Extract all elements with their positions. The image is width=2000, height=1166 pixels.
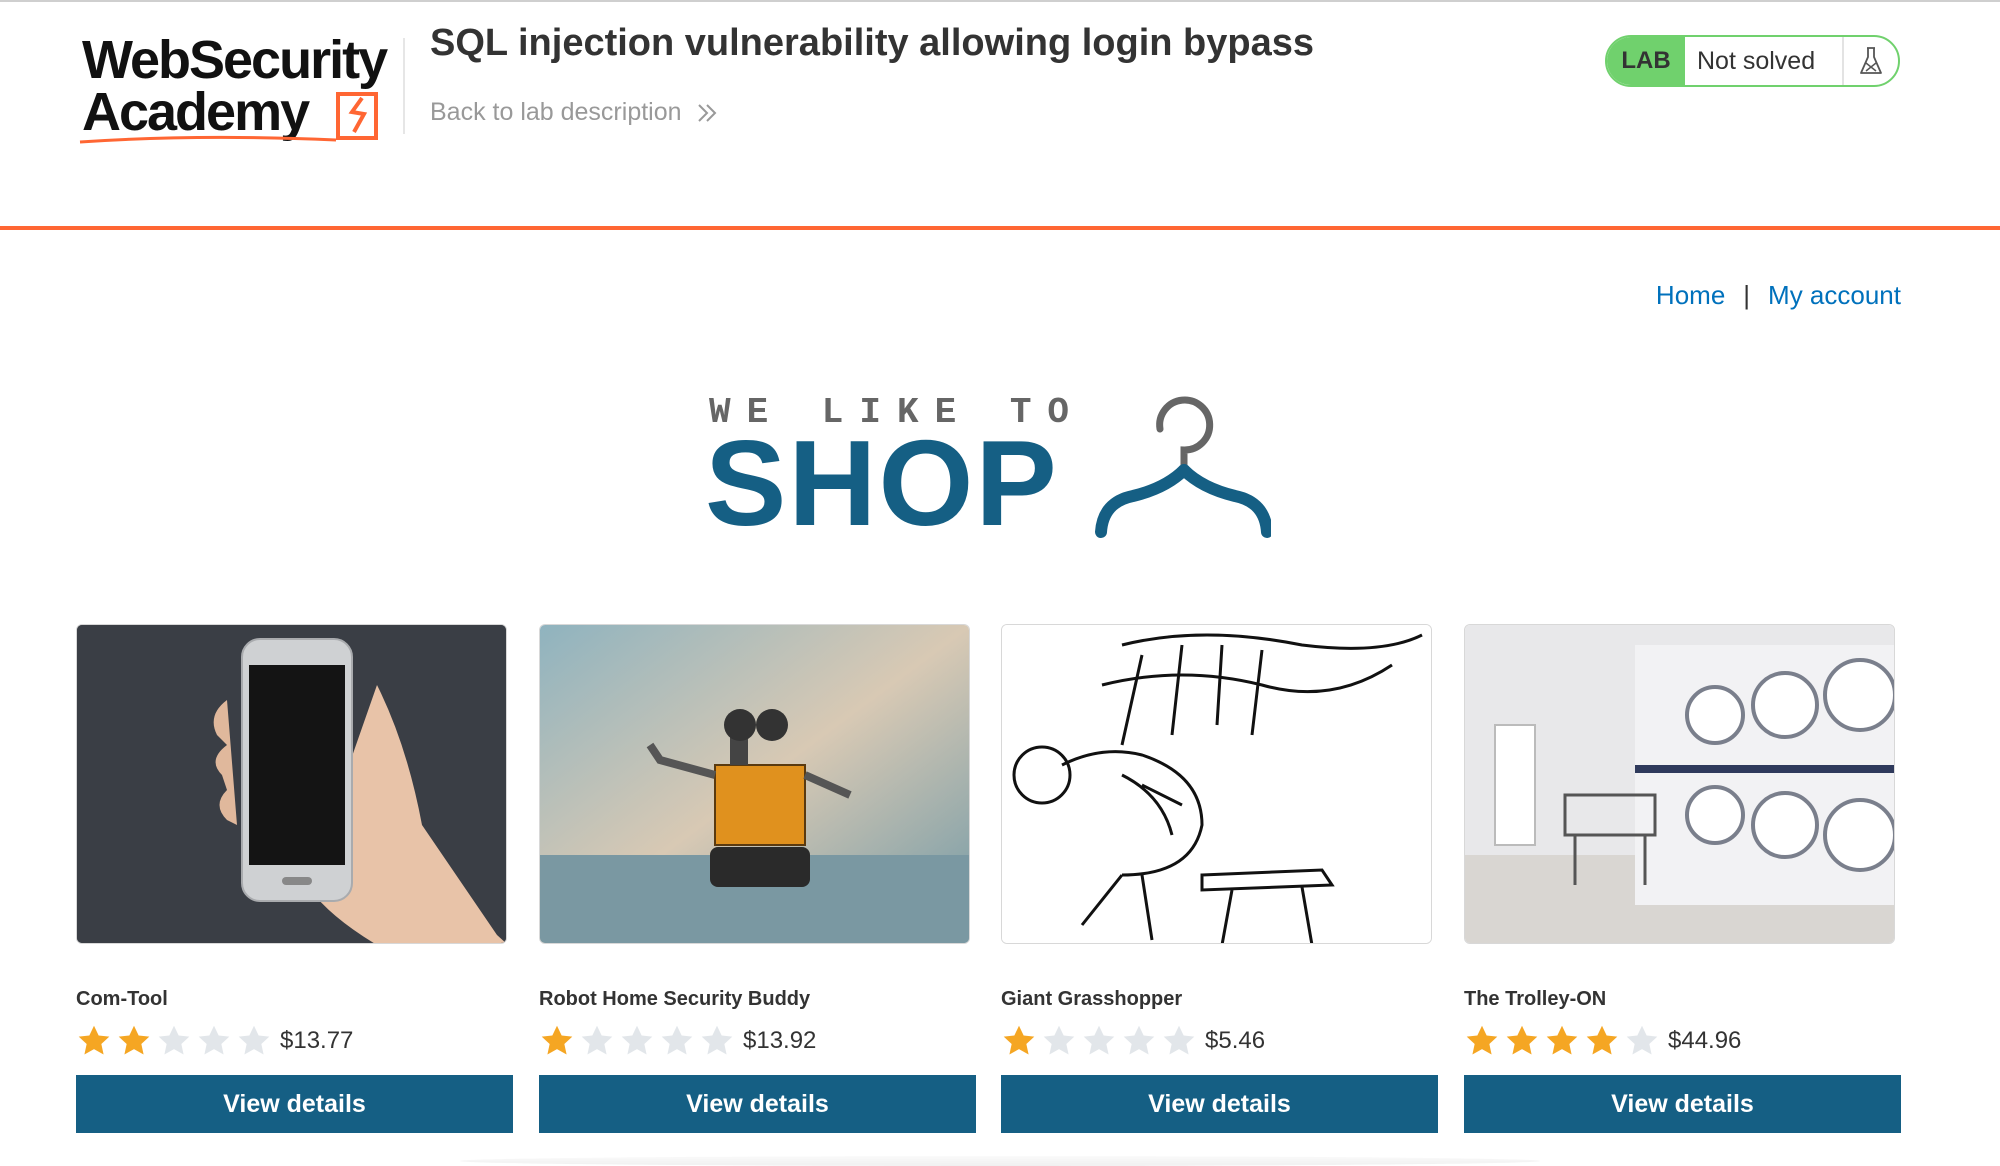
banner-shop: SHOP: [705, 415, 1059, 551]
product-card: Robot Home Security Buddy $13.92 View de…: [539, 624, 976, 1133]
view-details-button[interactable]: View details: [1001, 1075, 1438, 1133]
product-card: Com-Tool $13.77 View details: [76, 624, 513, 1133]
star-empty-icon: [1083, 1025, 1115, 1055]
laundromat-image: [1465, 625, 1894, 943]
product-price: $5.46: [1205, 1027, 1266, 1054]
view-details-button[interactable]: View details: [1464, 1075, 1901, 1133]
star-filled-icon: [1586, 1025, 1618, 1055]
star-empty-icon: [661, 1025, 693, 1055]
star-empty-icon: [621, 1025, 653, 1055]
grasshopper-sketch-image: [1002, 625, 1431, 943]
star-filled-icon: [118, 1025, 150, 1055]
lab-status-text: Not solved: [1697, 46, 1816, 75]
product-image[interactable]: [1001, 624, 1432, 944]
star-empty-icon: [198, 1025, 230, 1055]
star-empty-icon: [1626, 1025, 1658, 1055]
hanger-icon: [1095, 396, 1271, 538]
double-chevron-right-icon: [697, 103, 716, 122]
nav-my-account-link[interactable]: My account: [1768, 280, 1901, 311]
star-empty-icon: [1123, 1025, 1155, 1055]
nav-home-link[interactable]: Home: [1656, 280, 1725, 311]
star-rating: [1001, 1023, 1197, 1059]
robot-toy-image: [540, 625, 969, 943]
product-grid: Com-Tool $13.77 View details Robot Home …: [76, 624, 1901, 1133]
header-orange-rule: [0, 226, 2000, 230]
star-filled-icon: [1506, 1025, 1538, 1055]
star-filled-icon: [1466, 1025, 1498, 1055]
bottom-shadow: [460, 1156, 1540, 1166]
web-security-academy-logo[interactable]: WebSecurity Academy: [78, 30, 408, 150]
star-empty-icon: [158, 1025, 190, 1055]
star-rating: [539, 1023, 735, 1059]
star-filled-icon: [1003, 1025, 1035, 1055]
product-price: $13.92: [743, 1027, 817, 1054]
academy-header: WebSecurity Academy SQL injection vulner…: [0, 0, 2000, 228]
product-card: Giant Grasshopper $5.46 View details: [1001, 624, 1438, 1133]
product-price: $13.77: [280, 1027, 354, 1054]
star-empty-icon: [1043, 1025, 1075, 1055]
lab-title: SQL injection vulnerability allowing log…: [430, 22, 1315, 64]
product-name: Giant Grasshopper: [1001, 988, 1183, 1010]
logo-text-line1: WebSecurity: [82, 30, 388, 90]
product-name: The Trolley-ON: [1464, 988, 1607, 1010]
star-rating: [76, 1023, 272, 1059]
shop-banner: WE LIKE TO SHOP: [705, 388, 1275, 548]
product-image[interactable]: [539, 624, 970, 944]
nav-separator: |: [1743, 280, 1751, 310]
logo-text-line2: Academy: [82, 82, 310, 142]
star-filled-icon: [1546, 1025, 1578, 1055]
star-empty-icon: [1163, 1025, 1195, 1055]
back-to-lab-description-link[interactable]: Back to lab description: [430, 98, 718, 127]
star-rating: [1464, 1023, 1660, 1059]
star-empty-icon: [701, 1025, 733, 1055]
star-filled-icon: [78, 1025, 110, 1055]
lab-status-widget: LAB Not solved: [1605, 35, 1900, 87]
view-details-button[interactable]: View details: [539, 1075, 976, 1133]
site-nav: Home | My account: [1656, 280, 1901, 311]
phone-in-hand-image: [77, 625, 506, 943]
flask-icon: [1842, 37, 1898, 85]
view-details-button[interactable]: View details: [76, 1075, 513, 1133]
product-rating-row: $44.96: [1464, 1021, 1901, 1061]
product-rating-row: $13.92: [539, 1021, 976, 1061]
product-image[interactable]: [1464, 624, 1895, 944]
product-name: Com-Tool: [76, 988, 168, 1010]
product-card: The Trolley-ON $44.96 View details: [1464, 624, 1901, 1133]
star-filled-icon: [541, 1025, 573, 1055]
product-name: Robot Home Security Buddy: [539, 988, 811, 1010]
product-price: $44.96: [1668, 1027, 1742, 1054]
back-link-label: Back to lab description: [430, 98, 682, 126]
star-empty-icon: [581, 1025, 613, 1055]
star-empty-icon: [238, 1025, 270, 1055]
lab-badge: LAB: [1607, 37, 1685, 85]
product-image[interactable]: [76, 624, 507, 944]
product-rating-row: $13.77: [76, 1021, 513, 1061]
logo-divider: [403, 38, 405, 134]
product-rating-row: $5.46: [1001, 1021, 1438, 1061]
